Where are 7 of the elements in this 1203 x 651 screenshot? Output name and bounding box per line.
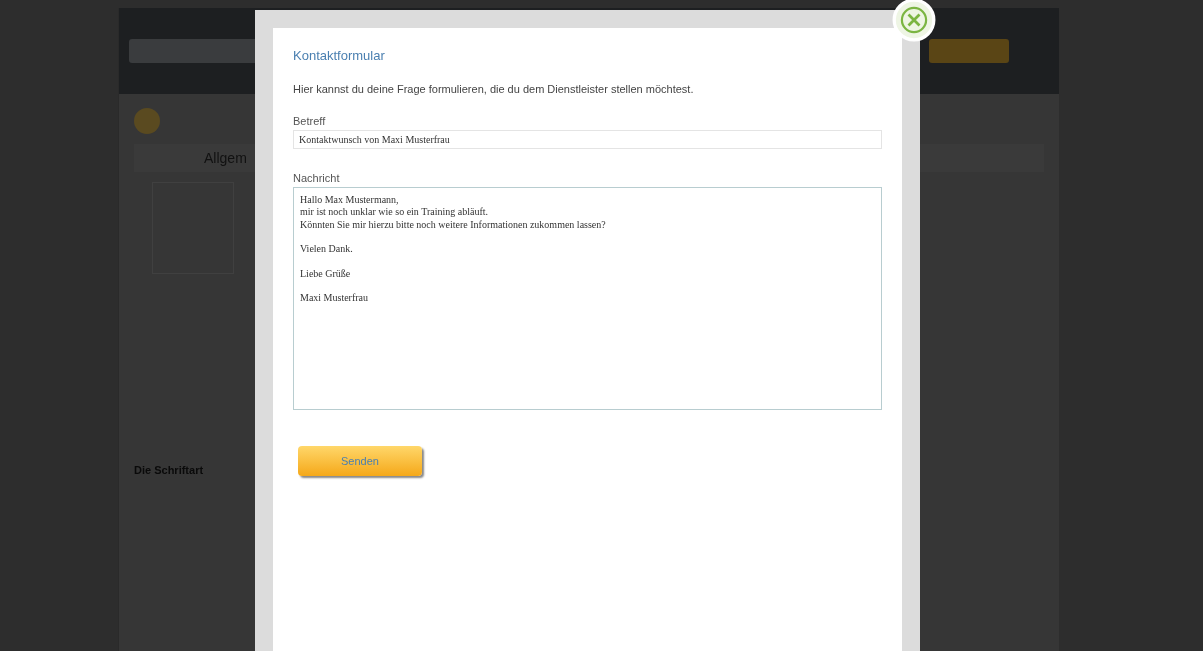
- field-label: Nachricht: [293, 172, 341, 184]
- dialog-title: Kontaktformular: [293, 48, 386, 63]
- subject-field[interactable]: Kontaktwunsch von Maxi Musterfrau: [293, 130, 882, 149]
- intro-text: Hier kannst du deine Frage formulieren, die du dem Dienstleister stellen möchtest.: [293, 83, 695, 95]
- close-icon[interactable]: [892, 0, 936, 42]
- message-field[interactable]: Hallo Max Mustermann, mir ist noch unklar wie so ein Training abläuft. Könnten Sie mir hierzu bitte noch weitere Informationen zukommen lassen? Vielen Dank. Liebe Grüße Maxi Musterfrau: [293, 187, 882, 410]
- field-label: Betreff: [293, 115, 327, 127]
